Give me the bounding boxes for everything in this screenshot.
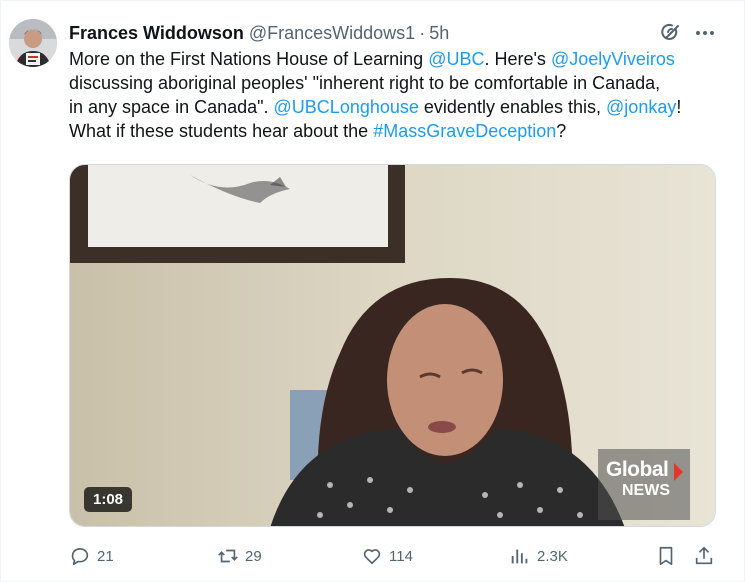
tweet-text-segment: More on the First Nations House of Learn… — [69, 49, 429, 69]
repost-count: 29 — [245, 547, 262, 565]
tweet-text-line: More on the First Nations House of Learn… — [69, 47, 729, 71]
tweet-text-segment: discussing aboriginal peoples' "inherent… — [69, 73, 661, 93]
mention-link[interactable]: @JoelyViveiros — [551, 49, 675, 69]
author-name[interactable]: Frances Widdowson — [69, 23, 244, 44]
share-icon — [695, 546, 713, 565]
tweet-text-segment: evidently enables this, — [418, 97, 607, 117]
repost-icon — [218, 549, 238, 563]
repost-button[interactable]: 29 — [217, 544, 262, 568]
heart-icon — [363, 549, 381, 565]
tweet-card[interactable]: Frances Widdowson @FrancesWiddows1 · 5h … — [0, 0, 745, 582]
tweet-text-line: in any space in Canada". @UBCLonghouse e… — [69, 95, 729, 119]
bookmark-button[interactable] — [655, 544, 677, 568]
hashtag-link[interactable]: #MassGraveDeception — [373, 121, 556, 141]
video-player[interactable]: 1:08 Global NEWS — [69, 164, 716, 527]
reply-icon — [71, 548, 89, 566]
watermark-mark — [674, 463, 683, 481]
views-count: 2.3K — [537, 547, 568, 565]
avatar-image — [9, 19, 57, 67]
tweet-text-line: What if these students hear about the #M… — [69, 119, 729, 143]
reply-button[interactable]: 21 — [69, 544, 114, 568]
share-button[interactable] — [693, 544, 715, 568]
tweet-text-segment: What if these students hear about the — [69, 121, 374, 141]
tweet-text-segment: ? — [556, 121, 567, 141]
avatar[interactable] — [9, 19, 57, 67]
mention-link[interactable]: @UBCLonghouse — [274, 97, 419, 117]
watermark-bottom: NEWS — [622, 482, 670, 499]
mention-link[interactable]: @UBC — [428, 49, 484, 69]
views-button[interactable]: 2.3K — [509, 544, 568, 568]
views-icon — [511, 549, 528, 564]
grok-icon[interactable] — [659, 21, 683, 45]
separator-dot: · — [419, 22, 426, 43]
more-icon[interactable] — [693, 21, 717, 45]
like-button[interactable]: 114 — [361, 544, 413, 568]
like-count: 114 — [389, 547, 413, 565]
timestamp[interactable]: 5h — [429, 23, 449, 44]
tweet-header: Frances Widdowson @FrancesWiddows1 · 5h — [69, 21, 449, 45]
tweet-text-segment: . Here's — [484, 49, 551, 69]
reply-count: 21 — [97, 547, 114, 565]
global-news-watermark: Global NEWS — [598, 449, 690, 520]
action-bar: 21 29 114 2.3K — [1, 541, 745, 571]
tweet-text-segment: ! — [676, 97, 682, 117]
tweet-text: More on the First Nations House of Learn… — [69, 47, 729, 143]
bookmark-icon — [659, 546, 673, 566]
mention-link[interactable]: @jonkay — [606, 97, 676, 117]
author-handle[interactable]: @FrancesWiddows1 — [249, 23, 415, 44]
tweet-text-segment: in any space in Canada". — [69, 97, 274, 117]
video-duration: 1:08 — [84, 487, 133, 512]
tweet-text-line: discussing aboriginal peoples' "inherent… — [69, 71, 729, 95]
